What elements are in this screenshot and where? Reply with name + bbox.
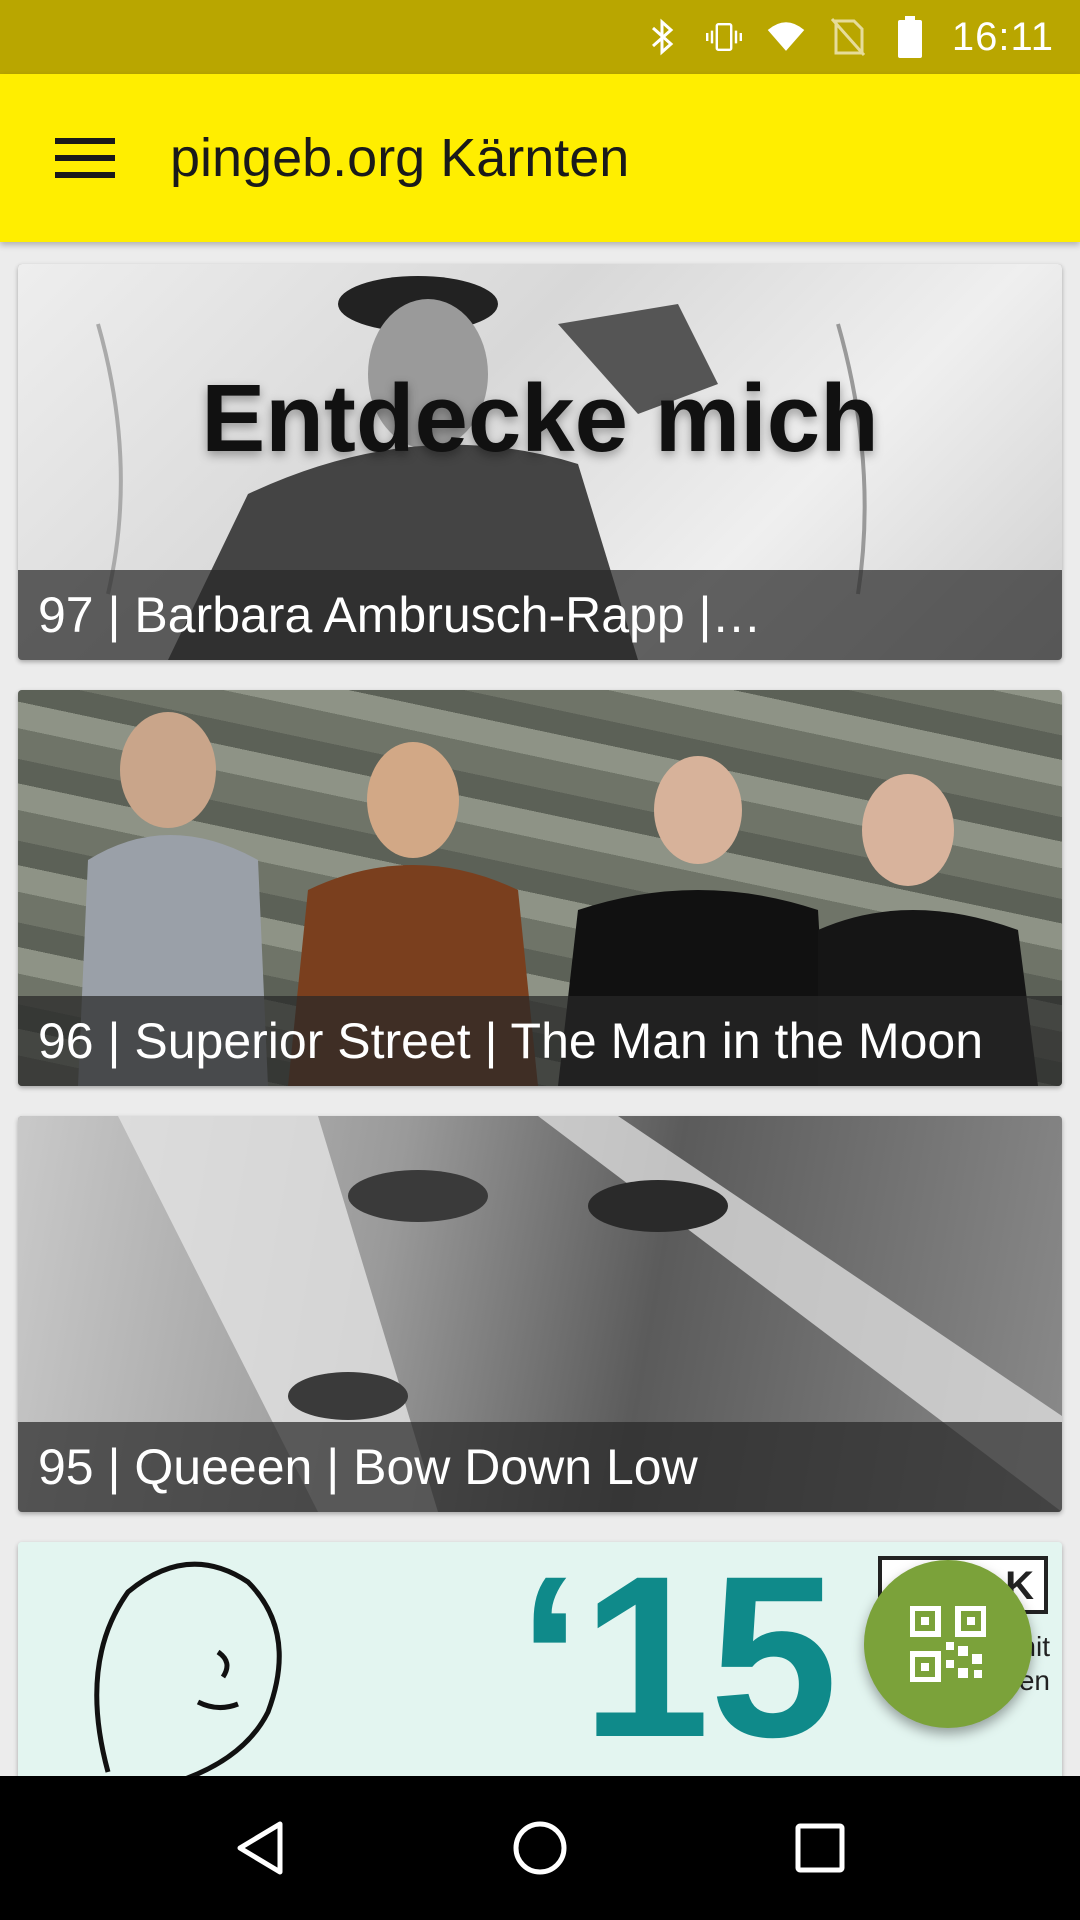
home-icon (513, 1821, 567, 1875)
back-icon (237, 1821, 283, 1875)
bluetooth-icon (642, 17, 682, 57)
episode-card[interactable]: 95 | Queeen | Bow Down Low (18, 1116, 1062, 1512)
status-bar: 16:11 (0, 0, 1080, 74)
qr-code-icon (910, 1606, 986, 1682)
vibrate-icon (704, 17, 744, 57)
menu-button[interactable] (0, 74, 170, 242)
episode-feed: Entdecke mich 97 | Barbara Ambrusch-Rapp… (0, 242, 1080, 1776)
qr-scan-button[interactable] (864, 1560, 1032, 1728)
episode-caption: 95 | Queeen | Bow Down Low (18, 1422, 1062, 1512)
wifi-icon (766, 17, 806, 57)
episode-card[interactable]: 96 | Superior Street | The Man in the Mo… (18, 690, 1062, 1086)
status-time: 16:11 (951, 14, 1054, 59)
navigation-bar (0, 1776, 1080, 1920)
app-bar: pingeb.org Kärnten (0, 74, 1080, 242)
episode-caption: 97 | Barbara Ambrusch-Rapp |… (18, 570, 1062, 660)
hamburger-menu-icon (55, 138, 115, 178)
back-button[interactable] (205, 1793, 315, 1903)
no-sim-icon (828, 17, 868, 57)
recents-button[interactable] (765, 1793, 875, 1903)
battery-icon (890, 16, 930, 58)
recents-icon (795, 1823, 845, 1873)
app-title: pingeb.org Kärnten (170, 128, 630, 188)
year-badge: ‘15 (518, 1542, 838, 1776)
screen: 16:11 pingeb.org Kärnten Entdecke mich 9… (0, 0, 1080, 1920)
episode-card[interactable]: Entdecke mich 97 | Barbara Ambrusch-Rapp… (18, 264, 1062, 660)
artwork-overlay-text: Entdecke mich (201, 365, 879, 472)
home-button[interactable] (485, 1793, 595, 1903)
episode-caption: 96 | Superior Street | The Man in the Mo… (18, 996, 1062, 1086)
